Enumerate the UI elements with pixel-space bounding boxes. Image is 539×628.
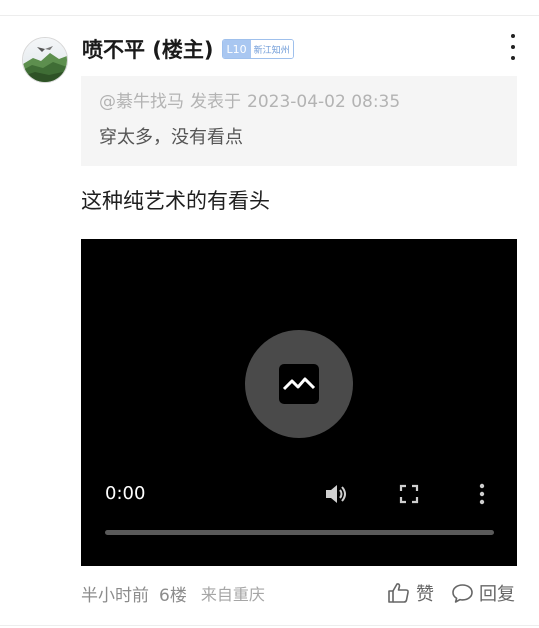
quote-published-label: 发表于 bbox=[190, 92, 241, 112]
quote-author[interactable]: @綦牛找马 bbox=[99, 92, 184, 112]
thumbs-up-icon bbox=[388, 583, 409, 603]
avatar[interactable] bbox=[22, 37, 68, 83]
level-label: L10 bbox=[222, 40, 251, 58]
like-label: 赞 bbox=[416, 584, 434, 605]
bottom-divider bbox=[0, 625, 539, 626]
post-body: 这种纯艺术的有看头 bbox=[81, 189, 270, 213]
region-badge: 新江知州 bbox=[250, 40, 293, 58]
video-current-time: 0:00 bbox=[105, 483, 146, 504]
volume-icon[interactable] bbox=[324, 482, 350, 506]
floor-number: 6楼 bbox=[159, 585, 187, 606]
top-divider bbox=[0, 15, 539, 16]
video-options-icon[interactable] bbox=[477, 482, 487, 506]
reply-button[interactable]: 回复 bbox=[451, 580, 515, 606]
quote-datetime: 2023-04-02 08:35 bbox=[247, 92, 401, 112]
level-badge: L10 新江知州 bbox=[221, 39, 294, 59]
video-player[interactable]: 0:00 bbox=[81, 239, 517, 566]
reply-label: 回复 bbox=[479, 584, 515, 605]
more-vertical-icon[interactable] bbox=[504, 34, 522, 60]
broken-image-icon bbox=[245, 330, 353, 438]
quoted-reply[interactable]: @綦牛找马 发表于 2023-04-02 08:35 穿太多，没有看点 bbox=[81, 76, 517, 166]
post-header: 喷不平 (楼主) L10 新江知州 bbox=[82, 34, 294, 64]
fullscreen-icon[interactable] bbox=[399, 482, 419, 506]
quote-meta: @綦牛找马 发表于 2023-04-02 08:35 bbox=[99, 90, 499, 114]
post-footer: 半小时前 6楼 来自重庆 bbox=[81, 580, 265, 606]
post-source: 来自重庆 bbox=[200, 585, 265, 604]
video-progress-bar[interactable] bbox=[105, 530, 494, 535]
username[interactable]: 喷不平 (楼主) bbox=[82, 34, 214, 64]
quote-text: 穿太多，没有看点 bbox=[99, 127, 243, 148]
like-button[interactable]: 赞 bbox=[387, 580, 434, 606]
comment-icon bbox=[452, 584, 473, 603]
post-time: 半小时前 bbox=[81, 585, 149, 606]
